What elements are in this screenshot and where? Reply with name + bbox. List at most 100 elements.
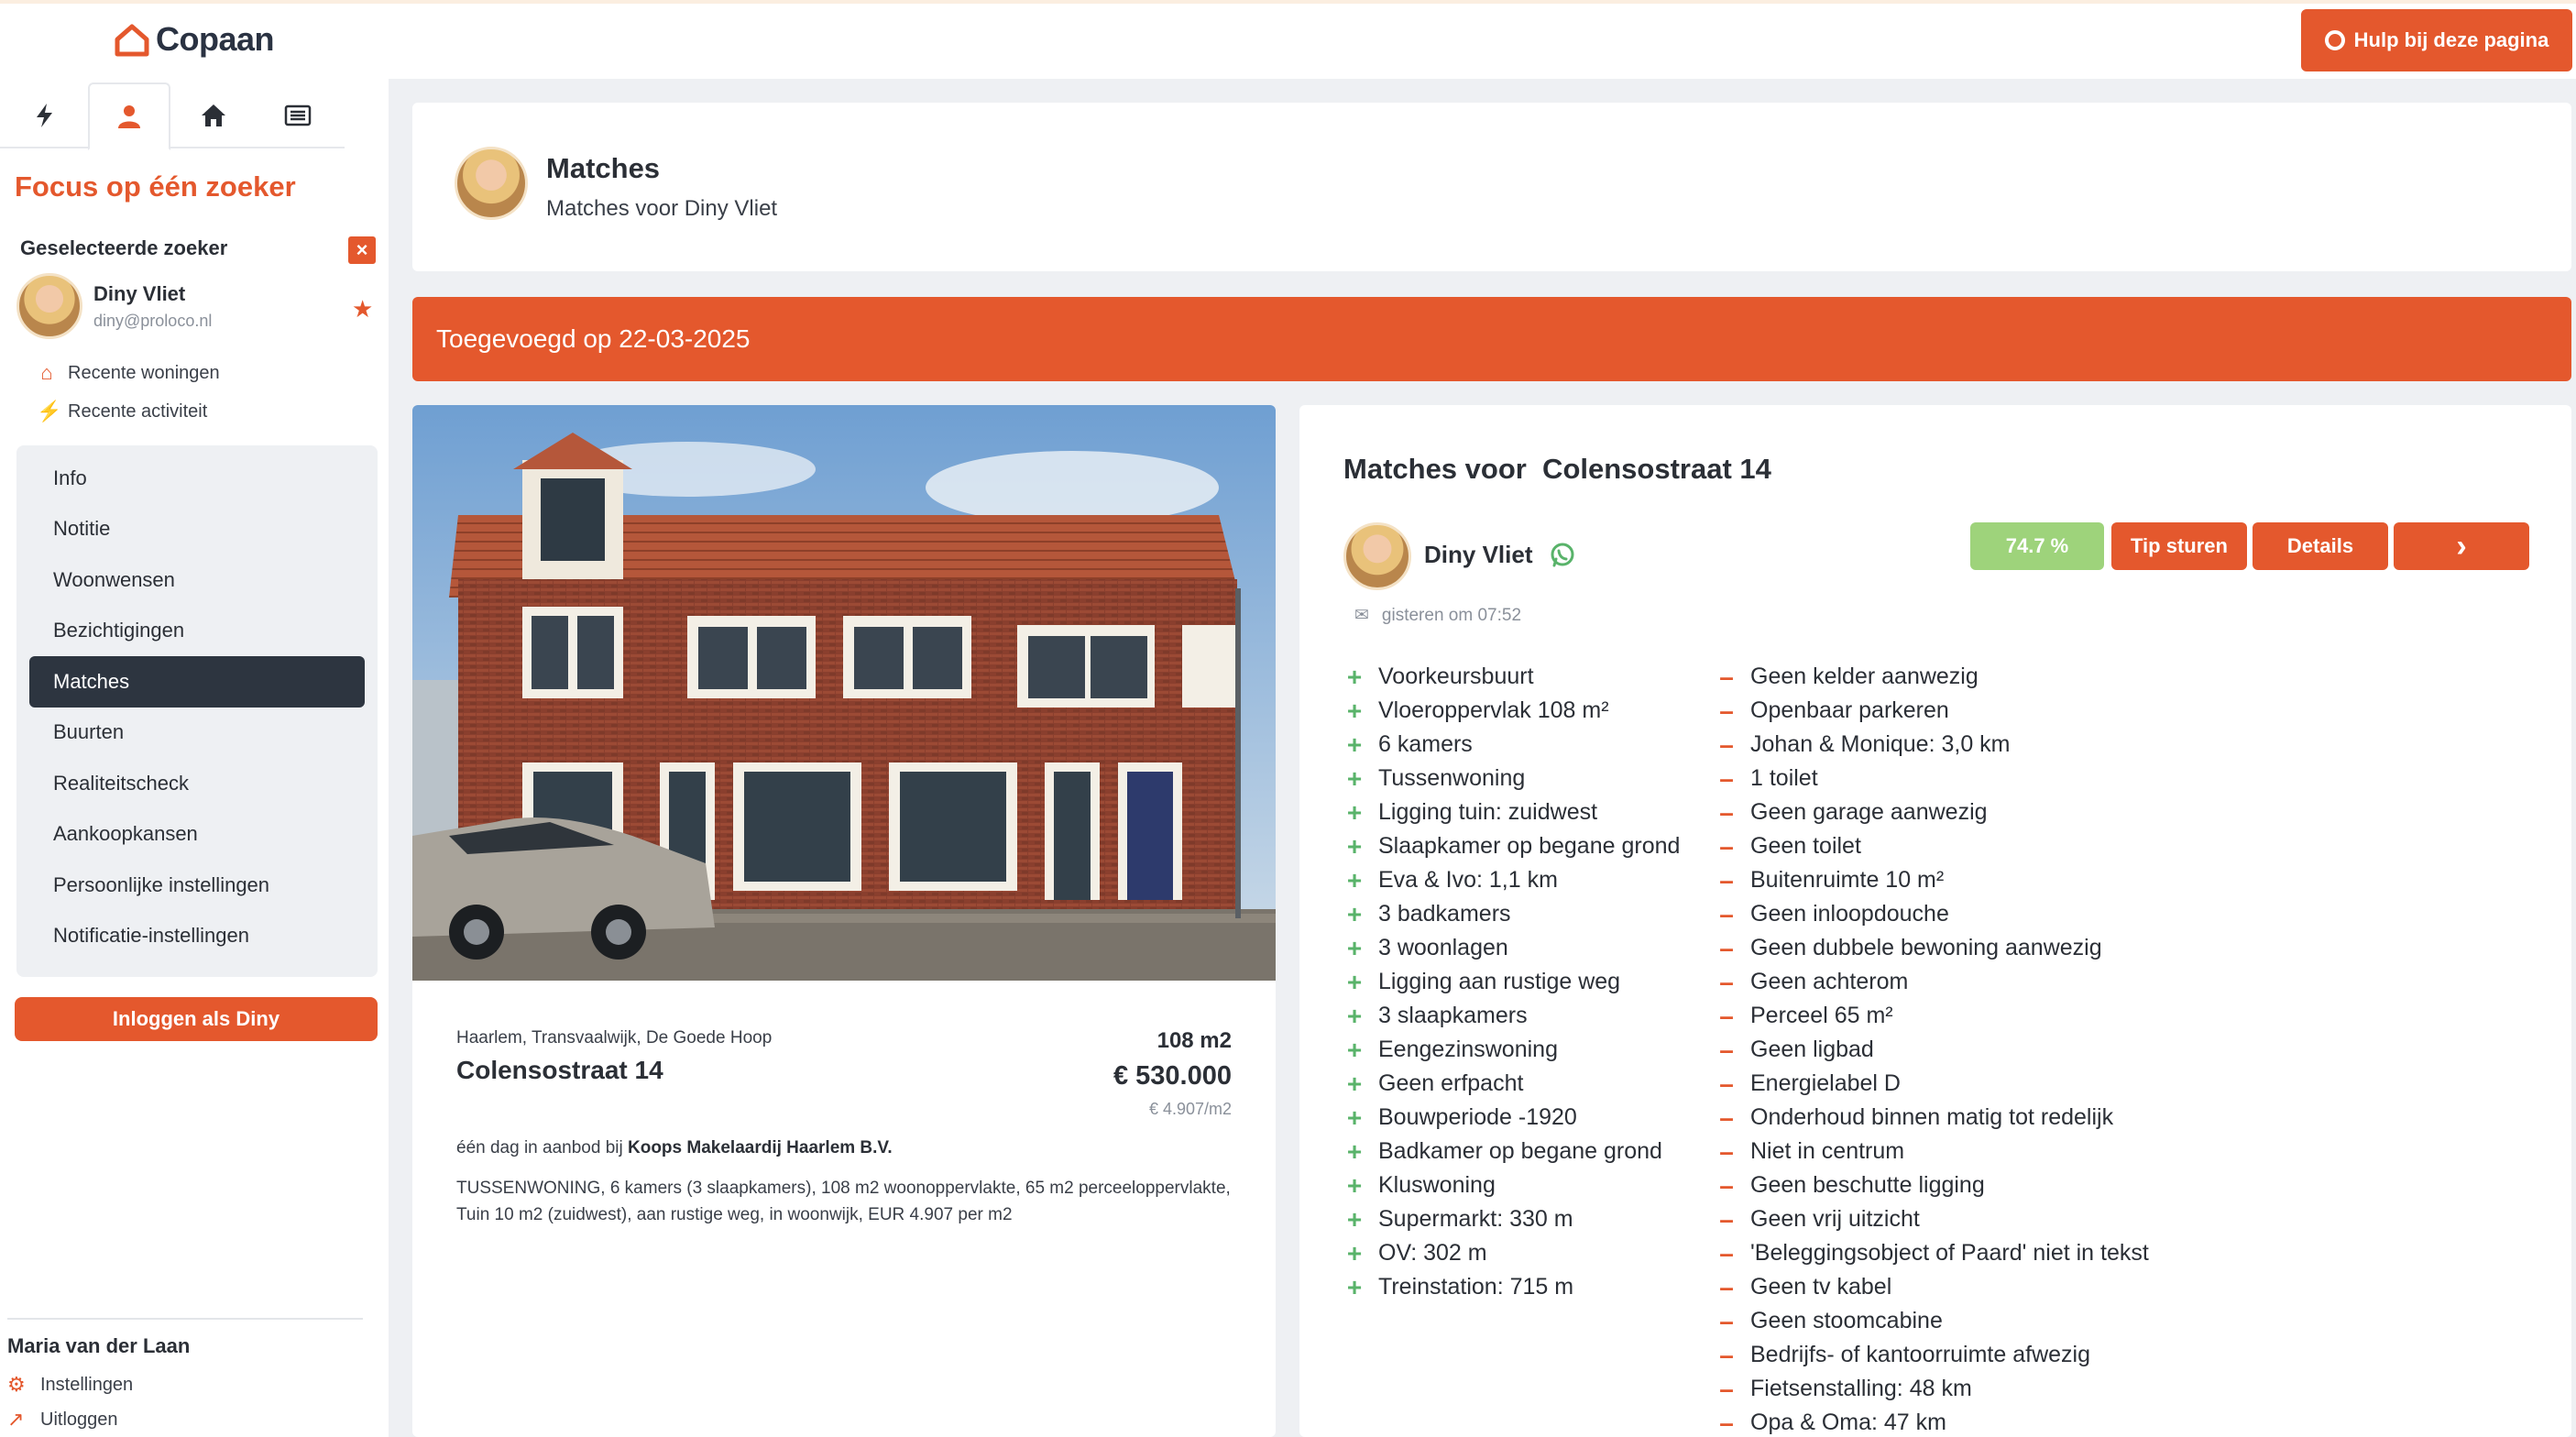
lifebuoy-icon: [2324, 30, 2345, 50]
minus-icon: –: [1719, 763, 1734, 793]
list-item: – Fietsenstalling: 48 km: [1717, 1372, 2149, 1406]
plus-icon: +: [1346, 763, 1363, 793]
list-item: – Geen dubbele bewoning aanwezig: [1717, 931, 2149, 965]
list-item: – Geen garage aanwezig: [1717, 795, 2149, 829]
minus-icon: –: [1719, 1238, 1734, 1267]
match-seeker-name[interactable]: Diny Vliet: [1424, 541, 1532, 569]
next-match-button[interactable]: ›: [2394, 522, 2529, 570]
nav-item-bezichtigingen[interactable]: Bezichtigingen: [29, 606, 365, 657]
agent-name[interactable]: Koops Makelaardij Haarlem B.V.: [628, 1138, 893, 1157]
plus-icon: +: [1346, 662, 1363, 691]
recent-homes-link[interactable]: ⌂ Recente woningen: [37, 361, 219, 385]
listing-address[interactable]: Colensostraat 14: [456, 1056, 663, 1085]
minus-icon: –: [1719, 865, 1734, 894]
match-seeker-avatar: [1343, 522, 1411, 590]
minus-icon: –: [1719, 899, 1734, 928]
house-logo-icon: [115, 24, 149, 57]
list-item: – Onderhoud binnen matig tot redelijk: [1717, 1101, 2149, 1135]
page-subtitle: Matches voor Diny Vliet: [546, 196, 778, 221]
negative-criteria-list: – Geen kelder aanwezig – Openbaar parkeren…: [1717, 660, 2149, 1437]
list-item: +3 badkamers: [1346, 899, 1511, 928]
house-photo-image: [412, 405, 1276, 981]
settings-label: Instellingen: [40, 1374, 134, 1395]
sidebar-tabs: [0, 82, 345, 150]
favorite-star-icon[interactable]: ★: [352, 295, 373, 324]
current-user-name: Maria van der Laan: [7, 1334, 191, 1357]
listing-card[interactable]: Haarlem, Transvaalwijk, De Goede Hoop Co…: [412, 405, 1276, 1437]
logout-link[interactable]: ↗ Uitloggen: [7, 1408, 118, 1432]
list-item: + Ligging aan rustige weg: [1346, 967, 1621, 996]
list-item: – Geen achterom: [1717, 965, 2149, 999]
list-item: – Geen ligbad: [1717, 1033, 2149, 1067]
nav-item-aankoopkansen[interactable]: Aankoopkansen: [29, 809, 365, 861]
nav-item-notificatie-instellingen[interactable]: Notificatie-instellingen: [29, 911, 365, 962]
nav-item-realiteitscheck[interactable]: Realiteitscheck: [29, 758, 365, 809]
plus-icon: +: [1346, 899, 1363, 928]
mail-icon: ✉: [1354, 606, 1369, 625]
login-as-seeker-button[interactable]: Inloggen als Diny: [15, 997, 378, 1041]
settings-link[interactable]: ⚙ Instellingen: [7, 1373, 133, 1397]
selected-seeker-label: Geselecteerde zoeker: [20, 236, 228, 259]
plus-icon: +: [1346, 1136, 1363, 1166]
nav-item-buurten[interactable]: Buurten: [29, 708, 365, 759]
details-button[interactable]: Details: [2253, 522, 2388, 570]
top-bar: Copaan Hulp bij deze pagina: [0, 0, 2576, 79]
minus-icon: –: [1719, 696, 1734, 725]
nav-item-info[interactable]: Info: [29, 453, 365, 504]
recent-activity-link[interactable]: ⚡ Recente activiteit: [37, 400, 207, 423]
plus-icon: +: [1346, 696, 1363, 725]
plus-icon: +: [1346, 797, 1363, 827]
seeker-avatar[interactable]: [16, 273, 82, 339]
minus-icon: –: [1719, 1069, 1734, 1098]
person-icon: [118, 105, 140, 128]
whatsapp-icon[interactable]: [1549, 541, 1576, 568]
list-item: + Ligging tuin: zuidwest: [1346, 797, 1598, 827]
list-item: + Vloeroppervlak 108 m²: [1346, 696, 1609, 725]
gear-icon: ⚙: [7, 1373, 26, 1396]
nav-item-persoonlijke-instellingen[interactable]: Persoonlijke instellingen: [29, 860, 365, 911]
minus-icon: –: [1719, 1340, 1734, 1369]
tab-activity[interactable]: [4, 82, 86, 148]
sidebar-divider: [7, 1318, 363, 1320]
list-item: +3 slaapkamers: [1346, 1001, 1528, 1030]
seeker-name[interactable]: Diny Vliet: [93, 282, 185, 306]
list-item: + Supermarkt: 330 m: [1346, 1204, 1573, 1234]
list-item: – Geen vrij uitzicht: [1717, 1202, 2149, 1236]
focus-title: Focus op één zoeker: [15, 170, 296, 203]
brand-name: Copaan: [156, 20, 275, 58]
list-item: + Badkamer op begane grond: [1346, 1136, 1662, 1166]
help-button[interactable]: Hulp bij deze pagina: [2301, 9, 2572, 71]
header-avatar: [455, 147, 528, 220]
list-item: + Eengezinswoning: [1346, 1035, 1558, 1064]
tab-list[interactable]: [257, 82, 339, 148]
tab-seeker[interactable]: [88, 82, 170, 150]
listing-description: TUSSENWONING, 6 kamers (3 slaapkamers), …: [456, 1179, 1231, 1224]
brand-logo[interactable]: Copaan: [114, 20, 275, 59]
home-icon: [202, 104, 225, 126]
tab-homes[interactable]: [172, 82, 255, 148]
list-item: + OV: 302 m: [1346, 1238, 1487, 1267]
chevron-right-icon: ›: [2456, 528, 2467, 564]
logout-icon: ↗: [7, 1408, 25, 1431]
nav-item-notitie[interactable]: Notitie: [29, 504, 365, 555]
send-tip-button[interactable]: Tip sturen: [2111, 522, 2247, 570]
minus-icon: –: [1719, 662, 1734, 691]
list-item: – Geen toilet: [1717, 829, 2149, 863]
listing-photo[interactable]: [412, 405, 1276, 981]
list-item: – Geen tv kabel: [1717, 1270, 2149, 1304]
plus-icon: +: [1346, 1204, 1363, 1234]
minus-icon: –: [1719, 831, 1734, 861]
plus-icon: +: [1346, 1035, 1363, 1064]
deselect-seeker-button[interactable]: ×: [348, 236, 376, 264]
list-item: – Bedrijfs- of kantoorruimte afwezig: [1717, 1338, 2149, 1372]
positive-criteria-list: + Voorkeursbuurt + Vloeroppervlak 108 m² +…: [1345, 660, 1681, 1304]
list-item: +6 kamers: [1346, 729, 1473, 759]
nav-item-matches[interactable]: Matches: [29, 656, 365, 708]
plus-icon: +: [1346, 1170, 1363, 1200]
listing-location: Haarlem, Transvaalwijk, De Goede Hoop: [456, 1028, 773, 1048]
plus-icon: +: [1346, 933, 1363, 962]
agent-prefix: één dag in aanbod bij: [456, 1138, 628, 1157]
matches-card: Matches voor Colensostraat 14 Diny Vliet…: [1299, 405, 2571, 1437]
plus-icon: +: [1346, 729, 1363, 759]
nav-item-woonwensen[interactable]: Woonwensen: [29, 554, 365, 606]
